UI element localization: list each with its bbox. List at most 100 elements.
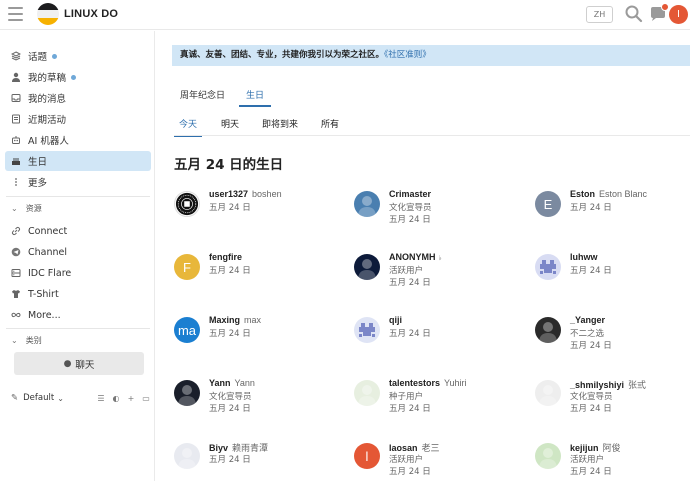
username[interactable]: kejijun: [570, 443, 599, 453]
user-avatar[interactable]: l: [354, 443, 380, 469]
birthday-user-card[interactable]: luhww 五月 24 日: [535, 252, 690, 292]
chat-label: 聊天: [75, 359, 95, 371]
birthday-user-card[interactable]: F fengfire 五月 24 日: [174, 252, 344, 292]
language-switch-button[interactable]: ZH: [586, 6, 613, 23]
user-name-line: qiji: [389, 315, 402, 326]
username[interactable]: Biyv: [209, 443, 228, 453]
user-avatar[interactable]: [174, 191, 200, 217]
section-categories[interactable]: ⌄ 类别: [11, 335, 42, 346]
display-name: 赖雨青潭: [232, 443, 269, 453]
user-avatar[interactable]: F: [174, 254, 200, 280]
chevron-down-icon: ⌄: [11, 204, 18, 213]
user-avatar[interactable]: [354, 380, 380, 406]
sidebar-item-activity[interactable]: 近期活动: [5, 109, 151, 129]
sidebar-item-label: 更多: [28, 178, 48, 189]
user-avatar[interactable]: [354, 317, 380, 343]
birthday-user-card[interactable]: _Yanger 不二之选 五月 24 日: [535, 315, 690, 355]
tab-birthdays[interactable]: 生日: [239, 88, 272, 107]
birthday-user-card[interactable]: talentestors Yuhiri 种子用户 五月 24 日: [354, 378, 524, 418]
community-banner: 真诚、友善、团结、专业，共建你我引以为荣之社区。《社区准则》: [172, 45, 690, 66]
sidebar-item-more[interactable]: 更多: [5, 172, 151, 192]
sliders-icon[interactable]: ☰: [96, 394, 106, 403]
username[interactable]: Maxing: [209, 315, 240, 325]
hamburger-menu-icon[interactable]: [8, 7, 23, 21]
user-avatar[interactable]: [354, 191, 380, 217]
sidebar-item-idc-flare[interactable]: IDC Flare: [5, 263, 151, 283]
tab-all[interactable]: 所有: [316, 117, 341, 137]
tab-anniversaries[interactable]: 周年纪念日: [180, 88, 225, 107]
user-avatar[interactable]: [535, 443, 561, 469]
username[interactable]: _Yanger: [570, 315, 605, 325]
birthday-user-card[interactable]: qiji 五月 24 日: [354, 315, 524, 355]
birthday-user-card[interactable]: ma Maxing max 五月 24 日: [174, 315, 344, 355]
username[interactable]: _shmilyshiyi: [570, 380, 624, 390]
user-name-line: ANONYMH ♭: [389, 252, 442, 263]
birthday-user-card[interactable]: l laosan 老三 活跃用户 五月 24 日: [354, 441, 524, 481]
sidebar-item-tshirt[interactable]: T-Shirt: [5, 284, 151, 304]
community-guidelines-link[interactable]: 《社区准则》: [384, 50, 431, 60]
search-icon[interactable]: [624, 4, 644, 24]
birthday-user-card[interactable]: Biyv 赖雨青潭 五月 24 日: [174, 441, 344, 481]
robot-icon: [11, 135, 21, 145]
document-icon: [11, 114, 21, 124]
username[interactable]: talentestors: [389, 378, 440, 388]
user-avatar[interactable]: ma: [174, 317, 200, 343]
sidebar-item-connect[interactable]: Connect: [5, 221, 151, 241]
sidebar-item-channel[interactable]: Channel: [5, 242, 151, 262]
sidebar-item-more-links[interactable]: More...: [5, 305, 151, 325]
user-avatar[interactable]: [174, 443, 200, 469]
user-name-line: talentestors Yuhiri: [389, 378, 467, 389]
display-name: max: [244, 315, 262, 325]
username[interactable]: fengfire: [209, 252, 242, 262]
site-title[interactable]: LINUX DO: [64, 8, 118, 20]
tab-today[interactable]: 今天: [174, 117, 203, 137]
birthday-user-card[interactable]: Crimaster 文化宣导员 五月 24 日: [354, 189, 524, 229]
tab-tomorrow[interactable]: 明天: [216, 117, 241, 137]
birthday-user-card[interactable]: _shmilyshiyi 张弎 文化宣导员 五月 24 日: [535, 378, 690, 418]
chat-button[interactable]: ● 聊天: [14, 352, 144, 375]
birthday-user-card[interactable]: E Eston Eston Blanc 五月 24 日: [535, 189, 690, 229]
birthday-date: 五月 24 日: [389, 278, 431, 288]
username[interactable]: Crimaster: [389, 189, 431, 199]
display-name: Yann: [234, 378, 255, 388]
user-avatar[interactable]: [354, 254, 380, 280]
birthday-user-card[interactable]: kejijun 阿俊 活跃用户 五月 24 日: [535, 441, 690, 481]
sidebar-item-topics[interactable]: 话题: [5, 46, 151, 66]
birthday-date: 五月 24 日: [209, 203, 251, 213]
infinity-icon: [11, 310, 21, 320]
birthday-user-card[interactable]: user1327 boshen 五月 24 日: [174, 189, 344, 229]
site-header: LINUX DO ZH I: [0, 0, 690, 30]
user-title: 文化宣导员: [570, 392, 613, 402]
user-avatar[interactable]: [535, 317, 561, 343]
sidebar-item-messages[interactable]: 我的消息: [5, 88, 151, 108]
sidebar-item-birthdays[interactable]: 生日: [5, 151, 151, 171]
page-title: 五月 24 日的生日: [174, 157, 284, 173]
tab-upcoming[interactable]: 即将到来: [257, 117, 300, 137]
user-avatar[interactable]: [535, 380, 561, 406]
plus-icon[interactable]: +: [126, 394, 136, 403]
sidebar: 话题 我的草稿 我的消息 近期活动 AI 机器人 生日 更多 ⌄ 资源 Conne…: [0, 31, 155, 481]
username[interactable]: luhww: [570, 252, 598, 262]
user-avatar[interactable]: I: [669, 5, 688, 24]
username[interactable]: Eston: [570, 189, 595, 199]
birthday-user-card[interactable]: Yann Yann 文化宣导员 五月 24 日: [174, 378, 344, 418]
username[interactable]: user1327: [209, 189, 248, 199]
user-title: 文化宣导员: [209, 392, 252, 402]
sidebar-item-drafts[interactable]: 我的草稿: [5, 67, 151, 87]
user-avatar[interactable]: [174, 380, 200, 406]
username[interactable]: ANONYMH: [389, 252, 436, 262]
site-logo[interactable]: [37, 3, 59, 25]
username[interactable]: Yann: [209, 378, 231, 388]
user-avatar[interactable]: E: [535, 191, 561, 217]
more-icon: [11, 177, 21, 187]
username[interactable]: laosan: [389, 443, 418, 453]
sidebar-item-ai-bot[interactable]: AI 机器人: [5, 130, 151, 150]
username[interactable]: qiji: [389, 315, 402, 325]
user-avatar[interactable]: [535, 254, 561, 280]
birthday-user-card[interactable]: ANONYMH ♭ 活跃用户 五月 24 日: [354, 252, 524, 292]
keyboard-icon[interactable]: ▭: [141, 394, 151, 403]
contrast-icon[interactable]: ◐: [111, 394, 121, 403]
theme-selector[interactable]: Default: [23, 393, 54, 403]
section-resources[interactable]: ⌄ 资源: [11, 203, 42, 214]
sidebar-item-label: 近期活动: [28, 115, 67, 126]
